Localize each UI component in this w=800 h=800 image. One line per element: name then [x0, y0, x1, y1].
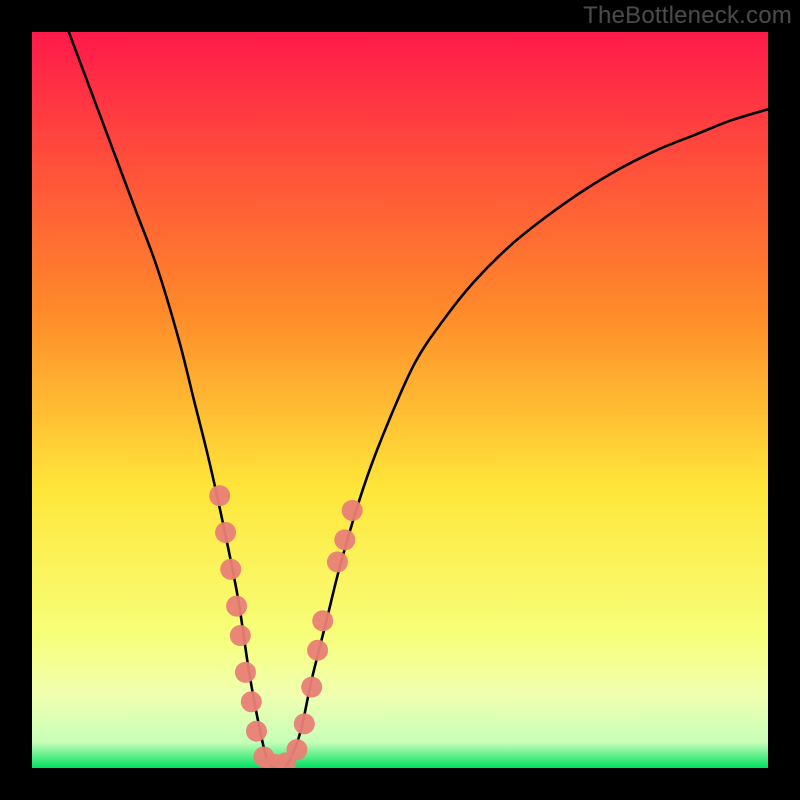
sample-dot	[241, 691, 262, 712]
sample-dot	[215, 522, 236, 543]
sample-dot	[235, 662, 256, 683]
sample-dot	[307, 640, 328, 661]
gradient-background	[32, 32, 768, 768]
sample-dot	[226, 596, 247, 617]
sample-dot	[230, 625, 251, 646]
sample-dot	[294, 713, 315, 734]
sample-dot	[301, 677, 322, 698]
bottleneck-chart-svg	[32, 32, 768, 768]
sample-dot	[209, 485, 230, 506]
sample-dot	[327, 551, 348, 572]
sample-dot	[246, 721, 267, 742]
sample-dot	[334, 529, 355, 550]
chart-frame: TheBottleneck.com	[0, 0, 800, 800]
sample-dot	[286, 739, 307, 760]
sample-dot	[220, 559, 241, 580]
watermark-text: TheBottleneck.com	[583, 2, 792, 30]
sample-dot	[342, 500, 363, 521]
sample-dot	[312, 610, 333, 631]
plot-area	[32, 32, 768, 768]
